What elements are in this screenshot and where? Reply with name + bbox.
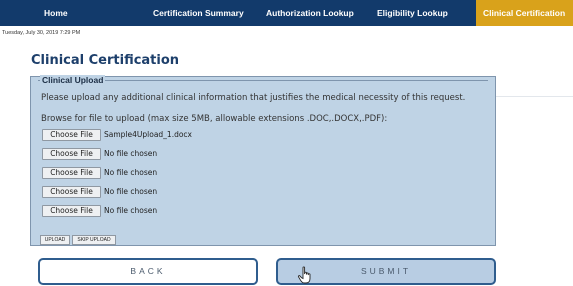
choose-file-button[interactable]: Choose File (42, 205, 101, 217)
choose-file-button[interactable]: Choose File (42, 129, 101, 141)
nav-item-clinical-certification[interactable]: Clinical Certification (476, 0, 573, 26)
legend-divider (38, 80, 488, 81)
choose-file-button[interactable]: Choose File (42, 186, 101, 198)
nav-item-eligibility-lookup[interactable]: Eligibility Lookup (377, 0, 448, 26)
top-navigation-bar: Home Certification Summary Authorization… (0, 0, 573, 26)
upload-button[interactable]: UPLOAD (40, 235, 70, 245)
browse-instructions: Browse for file to upload (max size 5MB,… (41, 114, 388, 124)
file-name-label: Sample4Upload_1.docx (104, 130, 192, 139)
file-name-label: No file chosen (104, 206, 158, 215)
back-button[interactable]: BACK (38, 258, 258, 285)
nav-item-authorization-lookup[interactable]: Authorization Lookup (266, 0, 354, 26)
skip-upload-button[interactable]: SKIP UPLOAD (72, 235, 116, 245)
choose-file-button[interactable]: Choose File (42, 148, 101, 160)
choose-file-button[interactable]: Choose File (42, 167, 101, 179)
page-title: Clinical Certification (31, 53, 180, 68)
divider-line (496, 96, 573, 97)
current-date: Tuesday, July 30, 2019 7:29 PM (2, 30, 81, 36)
file-name-label: No file chosen (104, 168, 158, 177)
nav-item-home[interactable]: Home (44, 0, 68, 26)
clinical-upload-legend: Clinical Upload (40, 75, 106, 85)
hand-pointer-icon (297, 266, 311, 284)
nav-item-certification-summary[interactable]: Certification Summary (153, 0, 244, 26)
file-name-label: No file chosen (104, 187, 158, 196)
upload-info-text: Please upload any additional clinical in… (41, 93, 466, 103)
file-name-label: No file chosen (104, 149, 158, 158)
